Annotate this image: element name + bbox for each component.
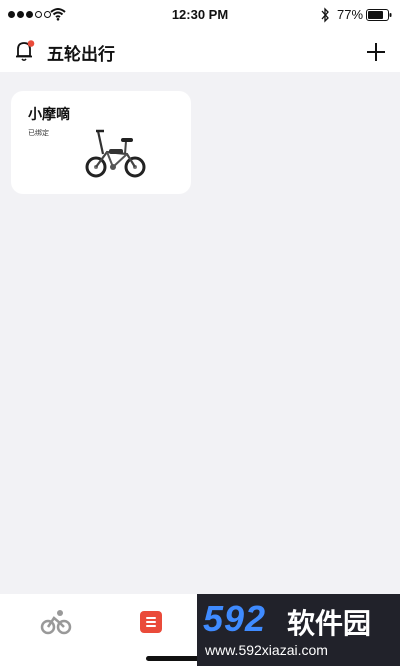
vehicle-status: 已绑定 [28, 129, 49, 137]
status-bar: 12:30 PM 77% [0, 0, 400, 30]
watermark-url: www.592xiazai.com [205, 642, 328, 658]
watermark-logo: 592 [203, 598, 267, 639]
watermark: 592 软件园 www.592xiazai.com [197, 594, 400, 666]
bluetooth-icon [321, 7, 329, 23]
ebike-image [85, 129, 146, 178]
app-title: 五轮出行 [47, 45, 115, 65]
app-header: 五轮出行 [0, 30, 400, 72]
battery-icon [366, 9, 392, 21]
vehicle-card[interactable]: 小摩嘀 已绑定 [11, 91, 191, 194]
watermark-name: 软件园 [287, 607, 372, 640]
plus-icon[interactable] [364, 40, 388, 64]
list-icon[interactable] [140, 611, 162, 633]
bike-icon[interactable] [40, 608, 72, 636]
vehicle-name: 小摩嘀 [28, 107, 70, 123]
bell-icon[interactable] [14, 39, 36, 63]
battery-percent: 77% [337, 7, 364, 22]
